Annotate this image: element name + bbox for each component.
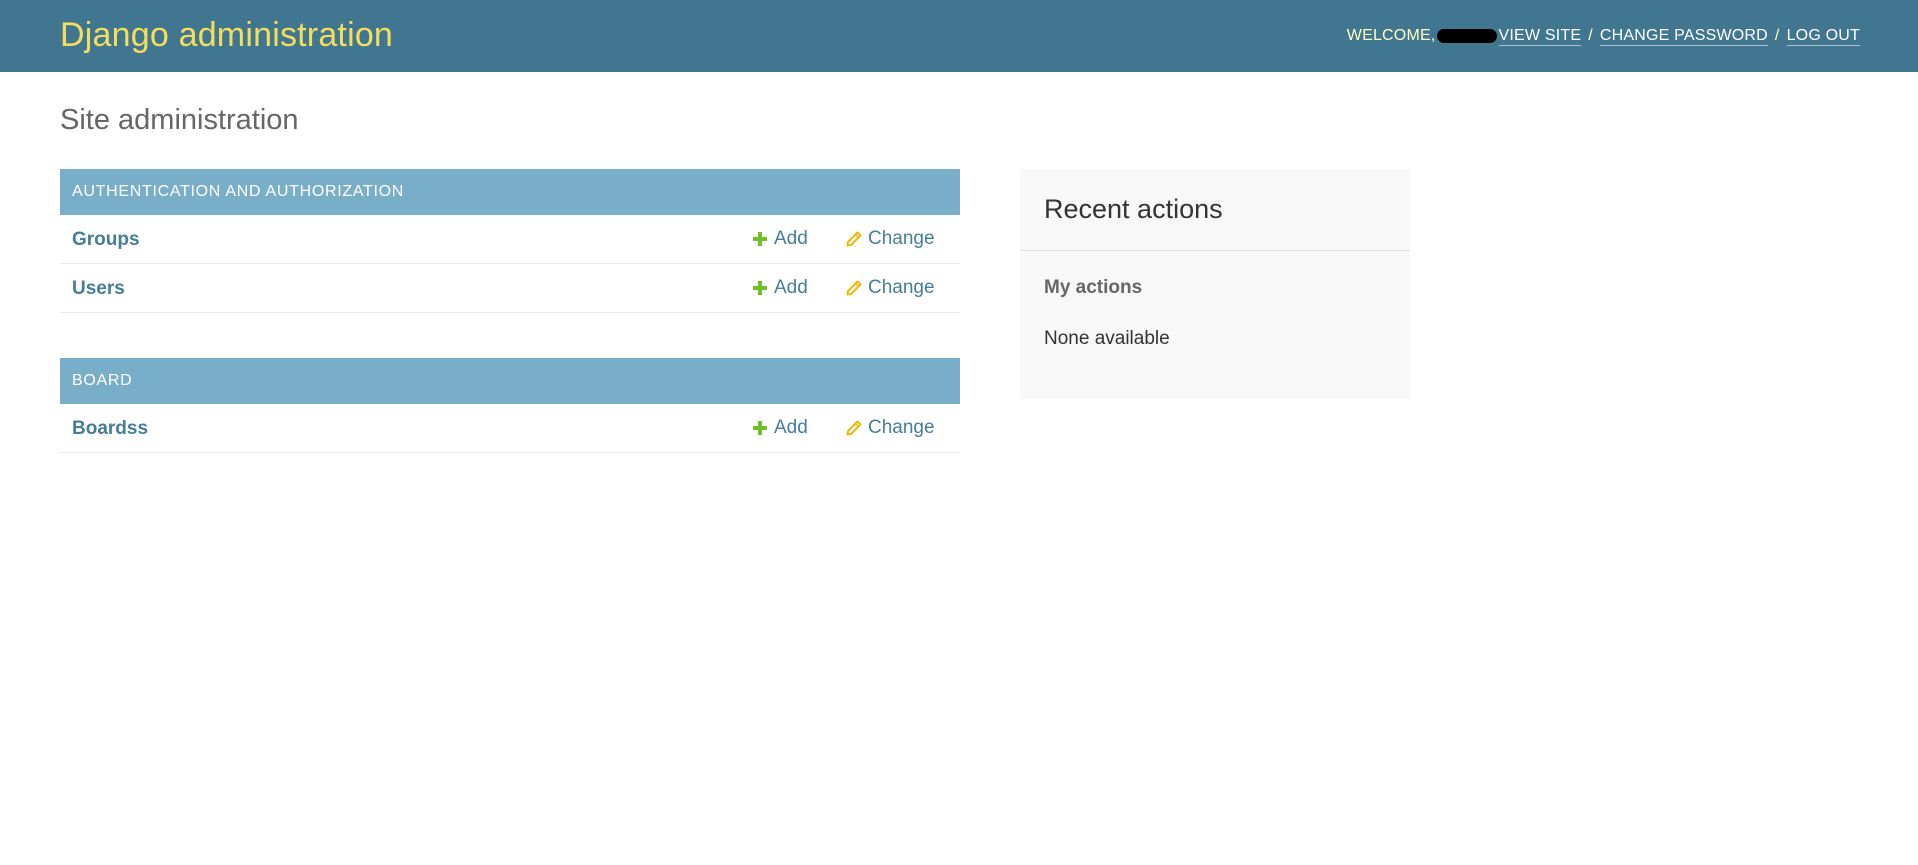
my-actions-heading: My actions [1044, 277, 1143, 298]
add-users-button[interactable]: Add [752, 277, 808, 299]
add-label: Add [774, 277, 808, 298]
recent-actions-panel: Recent actions My actions None available [1020, 169, 1410, 399]
view-site-link[interactable]: VIEW SITE [1498, 27, 1582, 46]
none-available-text: None available [1044, 328, 1170, 349]
site-brand-link[interactable]: Django administration [60, 15, 393, 55]
redacted-username [1436, 29, 1497, 43]
model-link-groups[interactable]: Groups [72, 229, 140, 251]
pencil-icon [846, 231, 862, 247]
change-label: Change [868, 417, 935, 438]
recent-actions-title: Recent actions [1044, 194, 1223, 224]
log-out-link[interactable]: LOG OUT [1786, 27, 1860, 46]
pencil-icon [846, 420, 862, 436]
module-caption[interactable]: BOARD [60, 358, 960, 404]
separator: / [1774, 27, 1780, 44]
change-label: Change [868, 277, 935, 298]
add-boardss-button[interactable]: Add [752, 417, 808, 439]
module-caption[interactable]: AUTHENTICATION AND AUTHORIZATION [60, 169, 960, 215]
plus-icon [752, 231, 768, 247]
plus-icon [752, 280, 768, 296]
add-label: Add [774, 228, 808, 249]
module-board: BOARD Boardss Add Change [60, 358, 960, 453]
user-tools: WELCOME, VIEW SITE / CHANGE PASSWORD / L… [1347, 26, 1860, 46]
change-users-button[interactable]: Change [846, 277, 935, 299]
model-link-boardss[interactable]: Boardss [72, 418, 148, 440]
add-groups-button[interactable]: Add [752, 228, 808, 250]
add-label: Add [774, 417, 808, 438]
table-row: Boardss Add Change [60, 404, 960, 453]
change-boardss-button[interactable]: Change [846, 417, 935, 439]
model-link-users[interactable]: Users [72, 278, 125, 300]
module-auth: AUTHENTICATION AND AUTHORIZATION Groups … [60, 169, 960, 313]
table-row: Users Add Change [60, 264, 960, 313]
separator: / [1588, 27, 1593, 44]
welcome-text: WELCOME, [1346, 27, 1436, 44]
pencil-icon [846, 280, 862, 296]
change-label: Change [868, 228, 935, 249]
change-password-link[interactable]: CHANGE PASSWORD [1599, 27, 1768, 46]
header: Django administration WELCOME, VIEW SITE… [0, 0, 1918, 72]
change-groups-button[interactable]: Change [846, 228, 935, 250]
table-row: Groups Add Change [60, 215, 960, 264]
page-title: Site administration [60, 104, 299, 136]
divider [1020, 250, 1410, 251]
plus-icon [752, 420, 768, 436]
